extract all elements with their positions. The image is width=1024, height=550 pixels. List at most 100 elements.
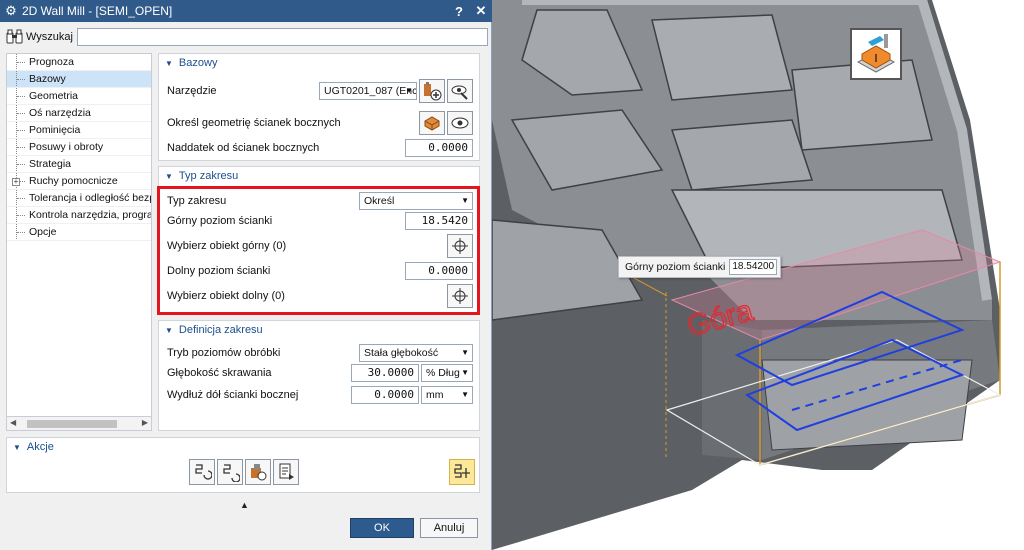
tree-connector (16, 156, 26, 172)
extend-field[interactable]: 0.0000 (351, 386, 419, 404)
screen: ⚙ 2D Wall Mill - [SEMI_OPEN] ? ✕ Wyszuka… (0, 0, 1024, 550)
tree-item[interactable]: + Ruchy pomocnicze (7, 173, 151, 190)
toolpath-icon (454, 464, 470, 478)
tree-item[interactable]: Strategia (7, 156, 151, 173)
select-top-label: Wybierz obiekt górny (0) (167, 240, 287, 252)
cut-levels-label: Tryb poziomów obróbki (167, 347, 281, 359)
collapse-icon: ▼ (165, 172, 173, 181)
scrollbar-thumb[interactable] (27, 420, 117, 428)
replay-button[interactable] (217, 459, 243, 485)
collapse-icon: ▼ (165, 59, 173, 68)
panel-akcje-title: Akcje (26, 441, 54, 453)
extend-unit-dropdown[interactable]: mm ▼ (421, 386, 473, 404)
callout-input[interactable]: 18.54200 (729, 259, 778, 275)
tree-item[interactable]: Prognoza (7, 54, 151, 71)
operation-type-icon (856, 34, 896, 73)
select-bottom-object-button[interactable] (447, 284, 473, 308)
new-tool-icon (424, 82, 442, 101)
collapse-icon: ▼ (165, 326, 173, 335)
depth-unit-dropdown[interactable]: % Dług ▼ (421, 364, 473, 382)
wall-geometry-icon (424, 116, 440, 131)
verify-button[interactable] (245, 459, 271, 485)
range-type-value: Określ (364, 195, 395, 207)
tool-dropdown[interactable]: UGT0201_087 (Enc ▼ (319, 82, 417, 100)
panel-akcje-header[interactable]: ▼ Akcje (7, 438, 479, 457)
expand-arrow-icon[interactable]: ▲ (240, 500, 249, 510)
ok-button[interactable]: OK (350, 518, 414, 538)
tree-item-label: Kontrola narzędzia, prograr (29, 209, 151, 221)
generate-button[interactable] (189, 459, 215, 485)
cut-levels-row: Tryb poziomów obróbki Stała głębokość ▼ (167, 344, 473, 362)
top-level-label: Górny poziom ścianki (167, 215, 273, 227)
tree-item-label: Tolerancja i odległość bezp (29, 192, 151, 204)
display-walls-button[interactable] (447, 111, 473, 135)
tree-item-label: Geometria (29, 90, 79, 102)
depth-field[interactable]: 30.0000 (351, 364, 419, 382)
scroll-left-icon[interactable]: ◀ (10, 418, 16, 427)
select-top-object-button[interactable] (447, 234, 473, 258)
binoculars-icon (6, 29, 23, 44)
dimension-callout: Górny poziom ścianki 18.54200 (618, 256, 782, 278)
tree-item[interactable]: Kontrola narzędzia, prograr (7, 207, 151, 224)
help-button[interactable]: ? (448, 4, 470, 19)
extend-label: Wydłuż dół ścianki bocznej (167, 389, 299, 401)
tree-item[interactable]: Geometria (7, 88, 151, 105)
graphics-viewport[interactable]: Góra Górny poziom ścianki 18.54200 (492, 0, 1024, 550)
feedrate-button[interactable] (449, 459, 475, 485)
callout-label: Górny poziom ścianki (625, 261, 726, 273)
tool-row: Narzędzie UGT0201_087 (Enc ▼ (167, 79, 473, 103)
chevron-down-icon: ▼ (461, 390, 469, 399)
list-button[interactable] (273, 459, 299, 485)
tree-item-label: Oś narzędzia (29, 107, 91, 119)
chevron-down-icon: ▼ (461, 348, 469, 357)
cancel-button[interactable]: Anuluj (420, 518, 478, 538)
tree-connector (16, 88, 26, 104)
select-walls-button[interactable] (419, 111, 445, 135)
tool-value: UGT0201_087 (Enc (324, 85, 417, 97)
search-row: Wyszukaj (4, 27, 488, 47)
tree-connector (16, 207, 26, 223)
tree-connector (16, 105, 26, 121)
panel-definicja-header[interactable]: ▼ Definicja zakresu (159, 321, 479, 340)
tree-item[interactable]: Opcje (7, 224, 151, 241)
depth-unit-value: % Dług (426, 367, 460, 379)
tree-connector (16, 71, 26, 87)
expand-plus-icon[interactable]: + (12, 178, 20, 186)
panel-definicja-zakresu: ▼ Definicja zakresu Tryb poziomów obróbki… (158, 320, 480, 431)
panel-typ-zakresu-title: Typ zakresu (178, 170, 239, 182)
eye-icon (451, 117, 469, 129)
top-level-field[interactable]: 18.5420 (405, 212, 473, 230)
panel-bazowy-title: Bazowy (178, 57, 218, 69)
range-type-label: Typ zakresu (167, 195, 227, 207)
scroll-right-icon[interactable]: ▶ (142, 418, 148, 427)
extend-row: Wydłuż dół ścianki bocznej 0.0000 mm ▼ (167, 386, 473, 404)
tree-horizontal-scrollbar[interactable]: ◀ ▶ (6, 416, 152, 431)
range-type-dropdown[interactable]: Określ ▼ (359, 192, 473, 210)
generate-icon (195, 464, 212, 480)
allowance-field[interactable]: 0.0000 (405, 139, 473, 157)
range-type-row: Typ zakresu Określ ▼ (167, 192, 473, 210)
panel-definicja-title: Definicja zakresu (178, 324, 263, 336)
panel-typ-zakresu-header[interactable]: ▼ Typ zakresu (159, 167, 479, 186)
tree-item[interactable]: Oś narzędzia (7, 105, 151, 122)
close-button[interactable]: ✕ (470, 3, 492, 19)
tree-item[interactable]: Pominięcia (7, 122, 151, 139)
search-input[interactable] (76, 28, 488, 46)
panel-bazowy-header[interactable]: ▼ Bazowy (159, 54, 479, 73)
tree-item[interactable]: Bazowy (7, 71, 151, 88)
bottom-level-field[interactable]: 0.0000 (405, 262, 473, 280)
edit-display-tool-button[interactable] (447, 79, 473, 103)
select-bottom-label: Wybierz obiekt dolny (0) (167, 290, 285, 302)
tree-item[interactable]: Tolerancja i odległość bezp (7, 190, 151, 207)
list-icon (279, 463, 294, 480)
top-level-row: Górny poziom ścianki 18.5420 (167, 212, 473, 230)
cut-levels-dropdown[interactable]: Stała głębokość ▼ (359, 344, 473, 362)
tree-item[interactable]: Posuwy i obroty (7, 139, 151, 156)
walls-label: Określ geometrię ścianek bocznych (167, 117, 341, 129)
tree-connector (16, 54, 26, 70)
new-tool-button[interactable] (419, 79, 445, 103)
tree-item-label: Ruchy pomocnicze (29, 175, 118, 187)
depth-row: Głębokość skrawania 30.0000 % Dług ▼ (167, 364, 473, 382)
tree-connector (16, 190, 26, 206)
tree-item-label: Bazowy (29, 73, 66, 85)
